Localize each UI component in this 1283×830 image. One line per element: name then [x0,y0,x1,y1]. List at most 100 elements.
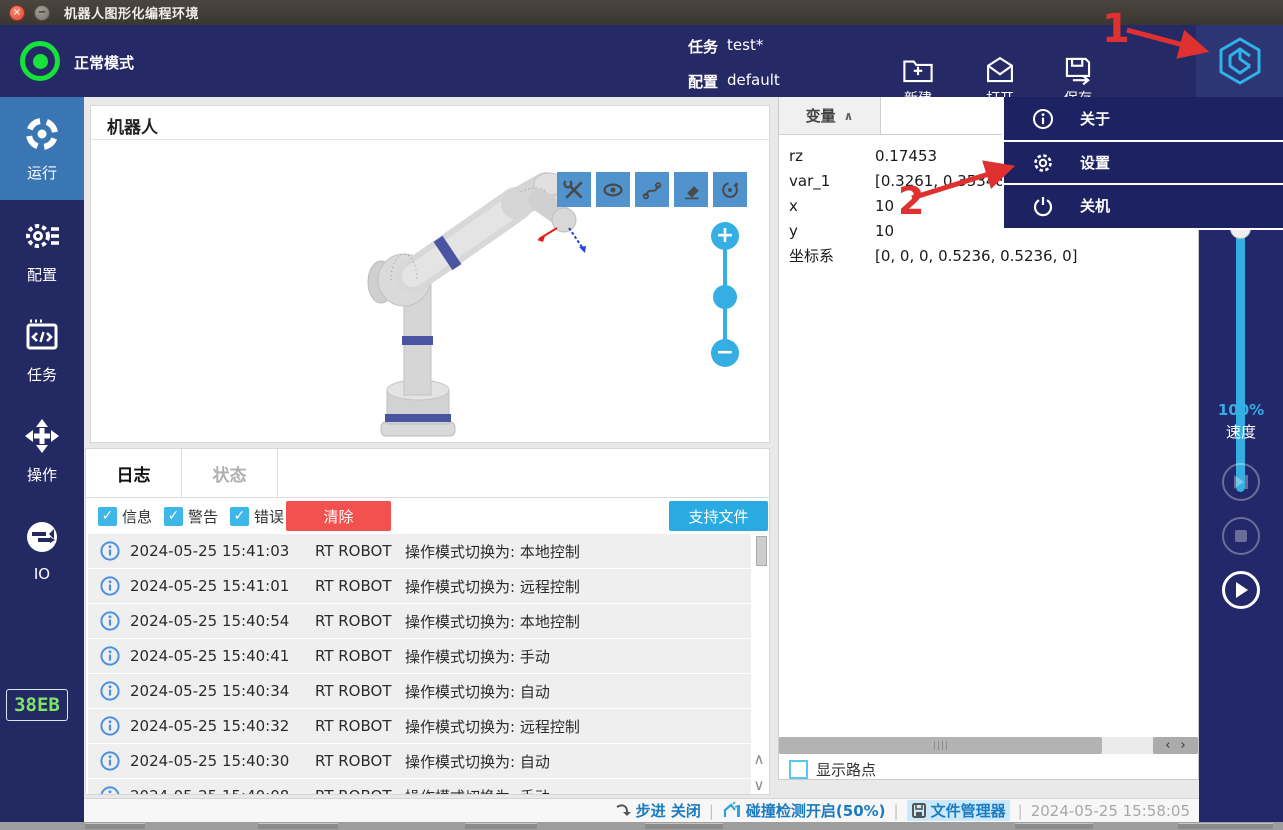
step-forward-button[interactable] [1222,463,1260,501]
log-source: RT ROBOT [315,752,393,770]
log-entry-row[interactable]: 2024-05-25 15:40:34 RT ROBOT 操作模式切换为: 自动 [88,674,751,708]
log-entry-row[interactable]: 2024-05-25 15:40:08 RT ROBOT 操作模式切换为: 手动 [88,779,751,795]
file-manager-button[interactable]: 文件管理器 [907,800,1010,821]
log-entry-row[interactable]: 2024-05-25 15:40:54 RT ROBOT 操作模式切换为: 本地… [88,604,751,638]
scroll-up-icon[interactable]: ∧ [750,746,768,772]
speed-slider-track[interactable] [1236,225,1245,492]
log-time: 2024-05-25 15:40:32 [130,717,290,735]
rotate-icon [717,177,743,203]
window-close-button[interactable]: × [9,5,25,21]
log-time: 2024-05-25 15:40:30 [130,752,290,770]
gear-icon [1032,152,1054,174]
window-minimize-button[interactable]: − [34,5,50,21]
app-dropdown-menu: 关于 设置 关机 [1002,97,1283,230]
mode-label: 正常模式 [74,52,134,73]
variable-value: [0, 0, 0, 0.5236, 0.5236, 0] [875,247,1078,265]
window-title: 机器人图形化编程环境 [64,3,199,22]
log-time: 2024-05-25 15:40:41 [130,647,290,665]
step-forward-icon [1231,473,1251,491]
log-entry-row[interactable]: 2024-05-25 15:41:01 RT ROBOT 操作模式切换为: 远程… [88,569,751,603]
variables-header[interactable]: 变量 ∧ [779,97,881,134]
sidebar-item-operate[interactable]: 操作 [0,400,84,500]
scroll-left-icon[interactable]: ‹ [1165,738,1170,753]
chevron-up-icon: ∧ [844,109,854,123]
eraser-button[interactable] [674,172,708,207]
filter-checkbox[interactable]: ✓ [98,507,117,526]
log-list[interactable]: 2024-05-25 15:41:03 RT ROBOT 操作模式切换为: 本地… [86,534,770,795]
zoom-in-button[interactable]: + [711,222,739,250]
hscrollbar-thumb[interactable] [779,737,1102,754]
zoom-out-button[interactable]: − [711,339,739,367]
show-waypoints-checkbox[interactable] [789,760,808,779]
support-files-button[interactable]: 支持文件 [669,501,768,531]
topbar: 正常模式 任务 test* 配置 default 新建 打开 [0,25,1283,97]
collision-icon [722,802,742,819]
visibility-button[interactable] [596,172,630,207]
app-window: × − 机器人图形化编程环境 正常模式 任务 test* 配置 default … [0,0,1283,830]
variables-hscrollbar[interactable]: ‹ › [779,737,1198,754]
log-message: 操作模式切换为: 远程控制 [405,576,580,597]
log-scroll-arrows[interactable]: ∧ ∨ [750,746,768,795]
sidebar-item-label: 任务 [27,364,57,385]
zoom-slider-knob[interactable] [713,285,737,309]
play-icon [1232,580,1250,600]
log-scrollbar-thumb[interactable] [756,536,767,566]
scroll-right-icon[interactable]: › [1181,738,1186,753]
play-button[interactable] [1222,571,1260,609]
show-waypoints-row: 显示路点 [789,759,876,780]
step-mode-status[interactable]: 步进 关闭 [615,800,701,821]
clear-log-button[interactable]: 清除 [286,501,391,531]
variable-name: y [779,222,875,240]
log-entry-row[interactable]: 2024-05-25 15:41:03 RT ROBOT 操作模式切换为: 本地… [88,534,751,568]
log-time: 2024-05-25 15:41:01 [130,577,290,595]
log-entry-row[interactable]: 2024-05-25 15:40:41 RT ROBOT 操作模式切换为: 手动 [88,639,751,673]
log-entry-row[interactable]: 2024-05-25 15:40:30 RT ROBOT 操作模式切换为: 自动 [88,744,751,778]
sidebar-item-label: 配置 [27,264,57,285]
scroll-down-icon[interactable]: ∨ [750,772,768,795]
run-icon [22,114,62,154]
hscrollbar-arrows[interactable]: ‹ › [1153,737,1198,754]
task-field: 任务 test* [688,36,763,57]
stop-button[interactable] [1222,517,1260,555]
collision-detection-status[interactable]: 碰撞检测开启(50%) [722,800,886,821]
log-filter-row: ✓ 信息 ✓ 警告 ✓ 错误 清除 支持文件 [86,498,770,534]
speed-label: 速度 [1199,421,1283,442]
log-filters: ✓ 信息 ✓ 警告 ✓ 错误 [86,506,284,527]
step-arrow-icon [615,803,632,818]
task-label: 任务 [688,36,718,57]
log-message: 操作模式切换为: 远程控制 [405,716,580,737]
sidebar-item-run[interactable]: 运行 [0,97,84,200]
app-menu-button[interactable] [1196,25,1283,97]
log-source: RT ROBOT [315,787,393,795]
config-field: 配置 default [688,71,780,92]
stop-icon [1233,528,1249,544]
background-window-strip [0,822,1283,830]
statusbar-divider: | [709,802,714,820]
filter-checkbox[interactable]: ✓ [164,507,183,526]
sidebar-item-config[interactable]: 配置 [0,200,84,300]
filter-checkbox[interactable]: ✓ [230,507,249,526]
log-source: RT ROBOT [315,542,393,560]
menu-item-settings[interactable]: 设置 [1004,140,1283,183]
tools-button[interactable] [557,172,591,207]
speed-percent: 100% [1199,401,1283,419]
tab-status[interactable]: 状态 [182,449,278,498]
log-message: 操作模式切换为: 本地控制 [405,541,580,562]
sidebar-item-io[interactable]: IO [0,500,84,600]
menu-item-shutdown[interactable]: 关机 [1004,183,1283,226]
filter-label: 错误 [254,506,284,527]
rotate-view-button[interactable] [713,172,747,207]
show-waypoints-label: 显示路点 [816,759,876,780]
plus-icon: + [716,225,734,247]
sidebar-item-task[interactable]: 任务 [0,300,84,400]
variable-name: x [779,197,875,215]
path-button[interactable] [635,172,669,207]
log-entry-row[interactable]: 2024-05-25 15:40:32 RT ROBOT 操作模式切换为: 远程… [88,709,751,743]
menu-item-about[interactable]: 关于 [1004,97,1283,140]
variable-row[interactable]: 坐标系 [0, 0, 0, 0.5236, 0.5236, 0] [779,243,1198,268]
new-folder-icon [901,55,935,85]
tab-log[interactable]: 日志 [86,449,182,498]
variable-name: 坐标系 [779,245,875,266]
open-file-icon [983,55,1017,85]
config-label: 配置 [688,71,718,92]
